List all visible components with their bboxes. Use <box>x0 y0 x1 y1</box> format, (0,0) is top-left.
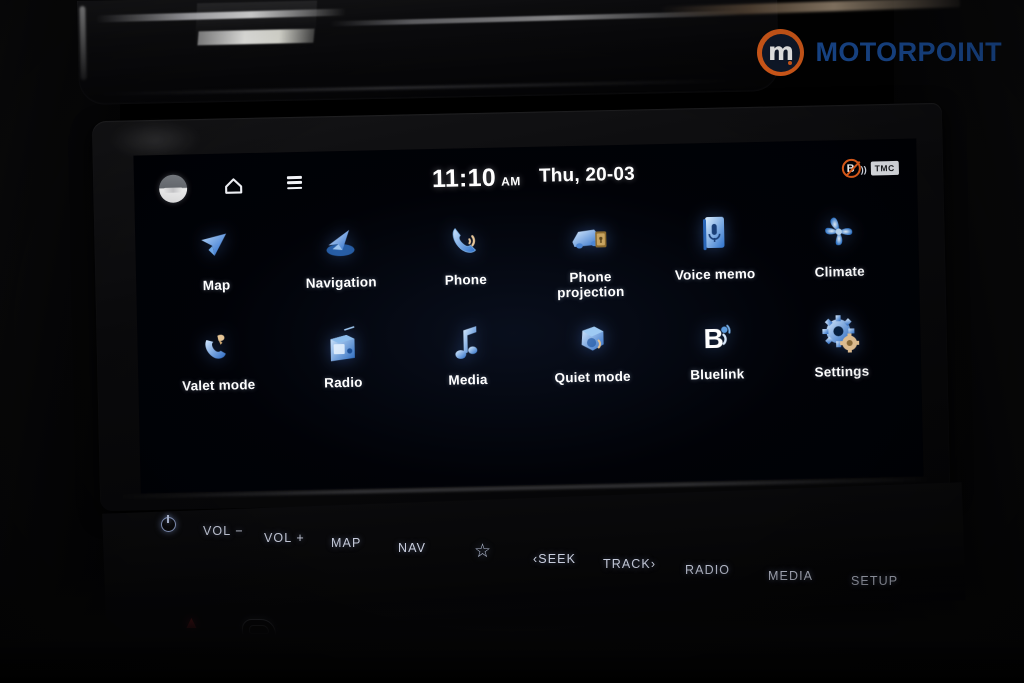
favorite-star-icon[interactable]: ☆ <box>474 540 491 563</box>
motorpoint-logo-inner: m <box>761 33 800 72</box>
volume-down-key[interactable]: VOL − <box>203 524 244 538</box>
motorpoint-logo: m MOTORPOINT <box>757 29 1002 76</box>
infotainment-photo: 11:10 AM Thu, 20-03 B )) TMC Map Navigat… <box>0 0 1024 683</box>
power-icon[interactable] <box>161 515 176 532</box>
volume-up-key[interactable]: VOL + <box>264 531 305 545</box>
nav-key[interactable]: NAV <box>398 541 426 555</box>
cabin-bottom-shadow <box>0 563 1024 683</box>
motorpoint-wordmark: MOTORPOINT <box>815 37 1002 67</box>
motorpoint-logo-mark: m <box>757 29 805 76</box>
map-key[interactable]: MAP <box>331 536 361 550</box>
